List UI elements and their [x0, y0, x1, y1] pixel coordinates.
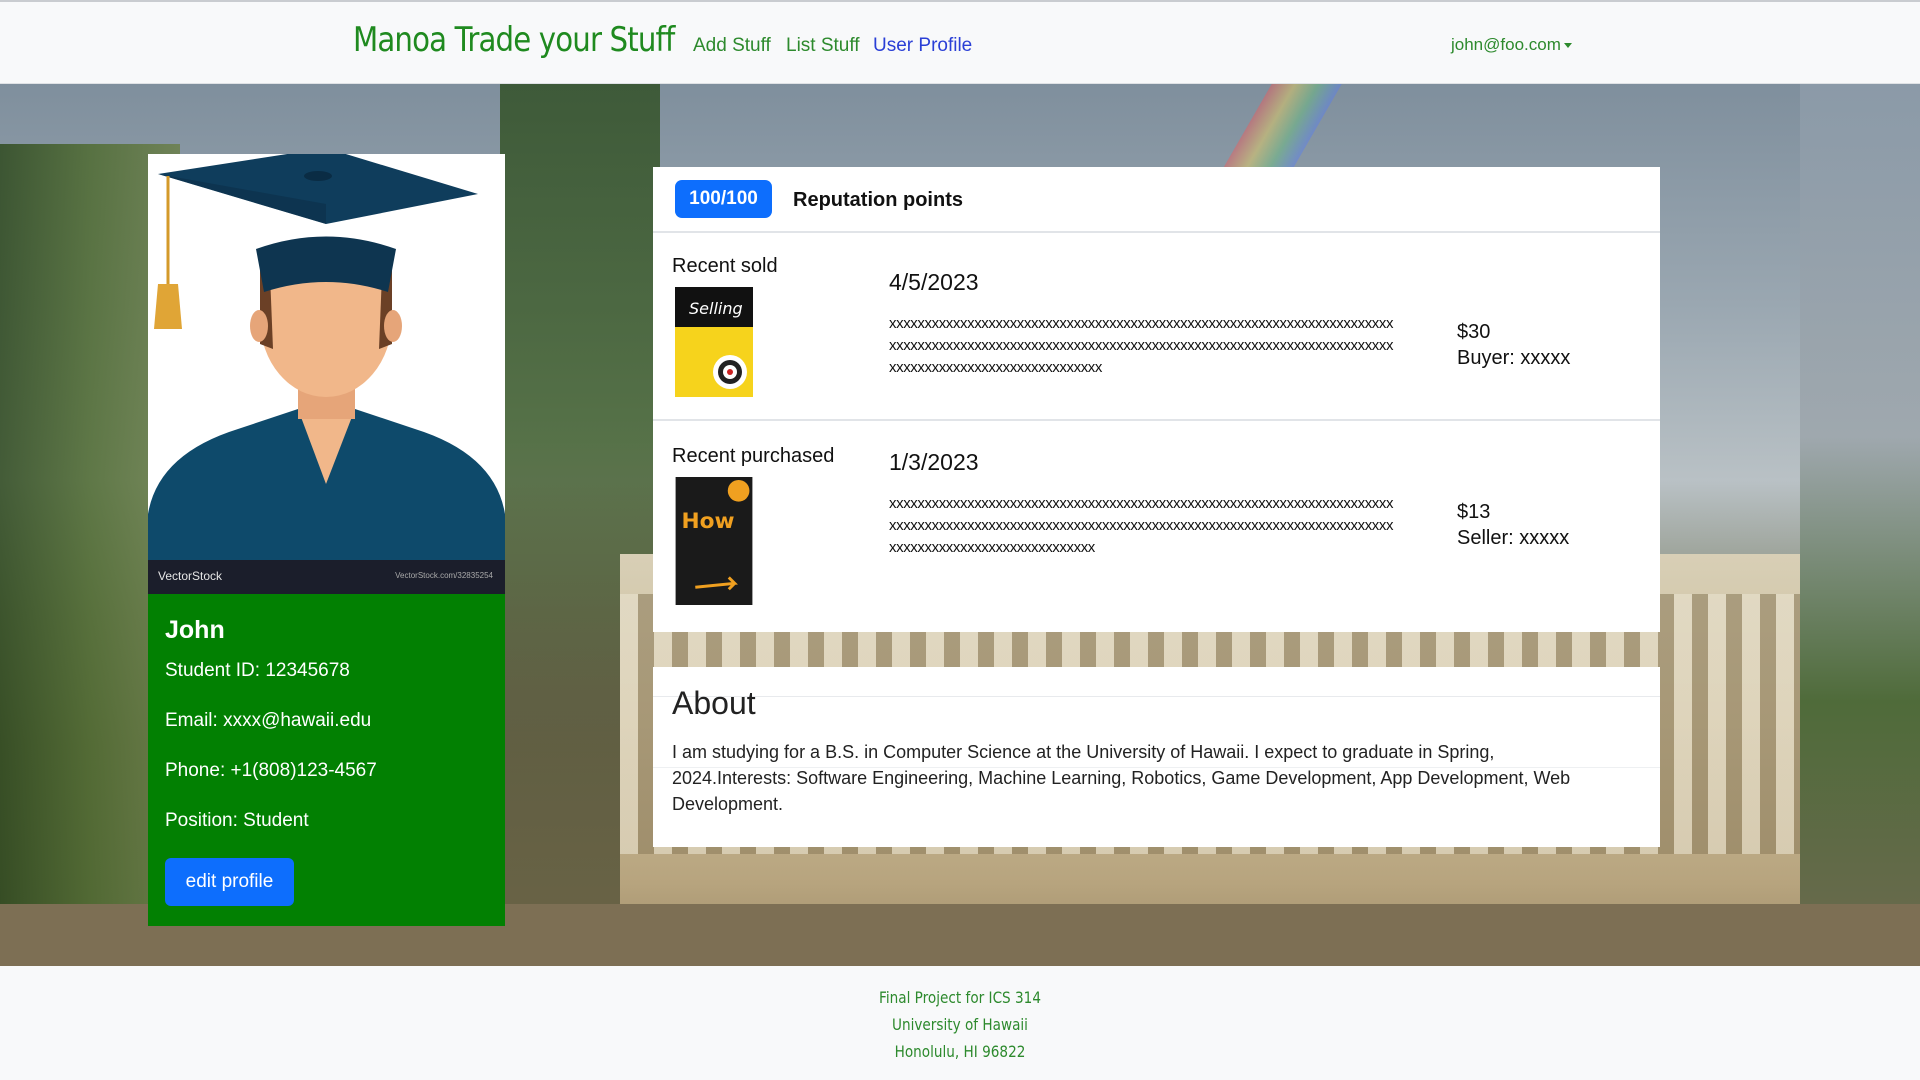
user-dropdown[interactable]: john@foo.com	[1451, 35, 1572, 55]
about-title: About	[672, 685, 756, 721]
watermark-left: VectorStock	[158, 569, 223, 583]
reputation-badge: 100/100	[675, 180, 772, 218]
watermark-right: VectorStock.com/32835254	[395, 571, 493, 580]
about-card: About I am studying for a B.S. in Comput…	[653, 667, 1660, 847]
nav-user-profile[interactable]: User Profile	[873, 35, 972, 57]
book-cover-title: How	[682, 509, 735, 534]
nav-list-stuff[interactable]: List Stuff	[786, 35, 860, 57]
recent-sold-row: Recent sold Selling 4/5/2023 xxxxxxxxxxx…	[653, 233, 1660, 421]
recent-purchased-title: Recent purchased	[672, 445, 835, 467]
purchased-description: xxxxxxxxxxxxxxxxxxxxxxxxxxxxxxxxxxxxxxxx…	[889, 495, 1394, 556]
navbar: Manoa Trade your Stuff Add Stuff List St…	[0, 0, 1920, 84]
sold-date: 4/5/2023	[889, 269, 979, 295]
profile-phone: Phone: +1(808)123-4567	[165, 760, 377, 781]
footer: Final Project for ICS 314 University of …	[0, 966, 1920, 1080]
caret-down-icon	[1563, 43, 1572, 49]
sold-price: $30	[1457, 321, 1491, 343]
reputation-label: Reputation points	[793, 189, 963, 211]
recent-sold-title: Recent sold	[672, 255, 778, 277]
recent-purchased-row: Recent purchased How 1/3/2023 xxxxxxxxxx…	[653, 423, 1660, 611]
about-text: I am studying for a B.S. in Computer Sci…	[672, 742, 1571, 814]
profile-email: Email: xxxx@hawaii.edu	[165, 710, 372, 731]
purchased-seller: Seller: xxxxx	[1457, 527, 1570, 549]
purchased-price-block: $13 Seller: xxxxx	[1457, 499, 1569, 551]
profile-position: Position: Student	[165, 810, 309, 831]
profile-info-panel: John Student ID: 12345678 Email: xxxx@ha…	[148, 594, 505, 926]
activity-card: 100/100 Reputation points Recent sold Se…	[653, 167, 1660, 632]
graduate-avatar-icon	[148, 154, 505, 560]
profile-name: John	[165, 616, 225, 644]
user-email: john@foo.com	[1451, 35, 1561, 54]
about-divider	[653, 696, 1660, 697]
purchased-price: $13	[1457, 501, 1491, 523]
sold-description: xxxxxxxxxxxxxxxxxxxxxxxxxxxxxxxxxxxxxxxx…	[889, 315, 1394, 376]
avatar-watermark: VectorStock VectorStock.com/32835254	[148, 560, 505, 594]
footer-line-project: Final Project for ICS 314	[879, 988, 1041, 1007]
edit-profile-button[interactable]: edit profile	[165, 858, 294, 906]
avatar: VectorStock VectorStock.com/32835254	[148, 154, 505, 594]
book-cover-selling-for-dummies[interactable]: Selling	[675, 287, 753, 397]
footer-line-location: Honolulu, HI 96822	[894, 1042, 1026, 1061]
sold-price-block: $30 Buyer: xxxxx	[1457, 319, 1570, 371]
book-cover-sell-on-amazon[interactable]: How	[675, 477, 753, 605]
book-cover-title: Selling	[689, 299, 743, 318]
purchased-date: 1/3/2023	[889, 449, 979, 475]
brand-link[interactable]: Manoa Trade your Stuff	[353, 20, 675, 60]
profile-card: VectorStock VectorStock.com/32835254 Joh…	[148, 154, 505, 926]
sold-buyer: Buyer: xxxxx	[1457, 347, 1571, 369]
reputation-header: 100/100 Reputation points	[653, 167, 1660, 233]
nav-add-stuff[interactable]: Add Stuff	[693, 35, 771, 57]
palm-trees-right	[1800, 84, 1920, 966]
profile-student-id: Student ID: 12345678	[165, 660, 350, 681]
footer-line-university: University of Hawaii	[892, 1015, 1028, 1034]
